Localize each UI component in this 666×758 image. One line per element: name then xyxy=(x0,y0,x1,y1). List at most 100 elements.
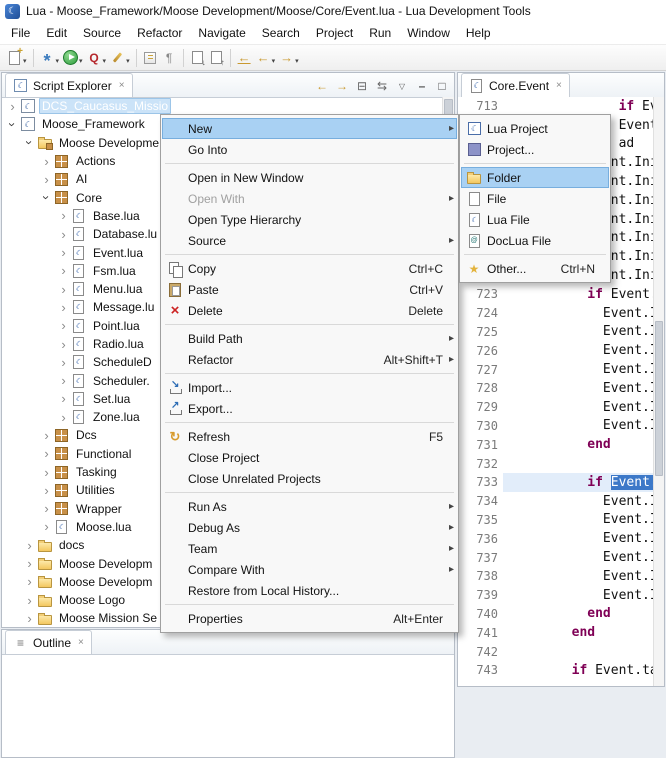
code-line-734[interactable]: 734 Event.I xyxy=(458,492,654,511)
toolbar-button-coverage[interactable]: ▾ xyxy=(85,47,109,69)
toolbar-button-show-whitespace[interactable] xyxy=(160,47,179,69)
forward-icon[interactable] xyxy=(335,79,349,93)
menubar-item-project[interactable]: Project xyxy=(308,24,361,42)
view-menu-icon[interactable] xyxy=(395,79,409,93)
menubar-item-search[interactable]: Search xyxy=(254,24,308,42)
toolbar-button-next-annotation[interactable] xyxy=(188,47,207,69)
expand-arrow-icon[interactable]: › xyxy=(57,246,70,259)
link-with-editor-icon[interactable] xyxy=(375,79,389,93)
menu-item-doclua-file[interactable]: DocLua File xyxy=(461,230,609,251)
toolbar-button-prev-annotation[interactable] xyxy=(207,47,226,69)
menu-item-export[interactable]: Export... xyxy=(162,398,457,419)
code-line-725[interactable]: 725 Event.I xyxy=(458,323,654,342)
menubar-item-navigate[interactable]: Navigate xyxy=(190,24,253,42)
code-line-737[interactable]: 737 Event.I xyxy=(458,548,654,567)
menu-item-open-in-new-window[interactable]: Open in New Window xyxy=(162,167,457,188)
toolbar-button-forward[interactable]: ▾ xyxy=(277,47,301,69)
toolbar-button-new-wizard[interactable]: ▾ xyxy=(5,47,29,69)
toolbar-button-mark-occurrences[interactable] xyxy=(141,47,160,69)
menu-item-delete[interactable]: DeleteDelete xyxy=(162,300,457,321)
expand-arrow-icon[interactable]: › xyxy=(40,447,53,460)
tree-item-dcs-caucasus-missio[interactable]: ›DCS_Caucasus_Missio xyxy=(2,97,443,115)
menu-item-copy[interactable]: CopyCtrl+C xyxy=(162,258,457,279)
menu-item-folder[interactable]: Folder xyxy=(461,167,609,188)
expand-arrow-icon[interactable]: › xyxy=(57,228,70,241)
script-explorer-tab[interactable]: Script Explorer × xyxy=(5,73,133,97)
expand-arrow-icon[interactable]: › xyxy=(57,319,70,332)
scrollbar-thumb[interactable] xyxy=(655,321,663,476)
menu-item-build-path[interactable]: Build Path▸ xyxy=(162,328,457,349)
expand-arrow-icon[interactable]: › xyxy=(23,575,36,588)
toolbar-button-last-edit-location[interactable] xyxy=(235,47,254,69)
toolbar-button-format[interactable]: ▾ xyxy=(108,47,132,69)
expand-arrow-icon[interactable]: › xyxy=(23,612,36,625)
expand-arrow-icon[interactable]: › xyxy=(23,594,36,607)
menubar-item-file[interactable]: File xyxy=(3,24,38,42)
menu-item-refresh[interactable]: RefreshF5 xyxy=(162,426,457,447)
menubar-item-help[interactable]: Help xyxy=(458,24,499,42)
code-line-735[interactable]: 735 Event.I xyxy=(458,511,654,530)
toolbar-button-external-tools[interactable]: ▾ xyxy=(38,47,62,69)
expand-arrow-icon[interactable]: › xyxy=(40,520,53,533)
toolbar-button-run[interactable]: ▾ xyxy=(61,47,85,69)
menu-item-restore-from-local-history[interactable]: Restore from Local History... xyxy=(162,580,457,601)
expand-arrow-icon[interactable]: › xyxy=(23,557,36,570)
menu-item-open-type-hierarchy[interactable]: Open Type Hierarchy xyxy=(162,209,457,230)
code-line-739[interactable]: 739 Event.I xyxy=(458,586,654,605)
menu-item-file[interactable]: File xyxy=(461,188,609,209)
menubar-item-run[interactable]: Run xyxy=(361,24,399,42)
expand-arrow-icon[interactable]: › xyxy=(57,283,70,296)
back-icon[interactable] xyxy=(315,79,329,93)
menu-item-compare-with[interactable]: Compare With▸ xyxy=(162,559,457,580)
expand-arrow-icon[interactable]: › xyxy=(57,264,70,277)
code-line-740[interactable]: 740 end xyxy=(458,605,654,624)
code-line-727[interactable]: 727 Event.I xyxy=(458,360,654,379)
code-line-728[interactable]: 728 Event.I xyxy=(458,379,654,398)
expand-arrow-icon[interactable]: › xyxy=(57,338,70,351)
code-line-713[interactable]: 713 if Ev xyxy=(458,97,654,116)
expand-arrow-icon[interactable]: › xyxy=(40,484,53,497)
code-line-726[interactable]: 726 Event.I xyxy=(458,341,654,360)
menu-item-new[interactable]: New▸ xyxy=(162,118,457,139)
menu-item-source[interactable]: Source▸ xyxy=(162,230,457,251)
menu-item-lua-project[interactable]: Lua Project xyxy=(461,118,609,139)
expand-arrow-icon[interactable]: › xyxy=(40,173,53,186)
menu-item-other[interactable]: Other...Ctrl+N xyxy=(461,258,609,279)
collapse-arrow-icon[interactable]: › xyxy=(40,191,53,204)
close-icon[interactable]: × xyxy=(78,637,84,648)
menu-item-refactor[interactable]: RefactorAlt+Shift+T▸ xyxy=(162,349,457,370)
expand-arrow-icon[interactable]: › xyxy=(6,100,19,113)
minimize-icon[interactable] xyxy=(415,79,429,93)
expand-arrow-icon[interactable]: › xyxy=(57,356,70,369)
code-line-729[interactable]: 729 Event.I xyxy=(458,398,654,417)
code-line-742[interactable]: 742 xyxy=(458,642,654,661)
expand-arrow-icon[interactable]: › xyxy=(23,539,36,552)
close-icon[interactable]: × xyxy=(119,80,125,91)
expand-arrow-icon[interactable]: › xyxy=(40,466,53,479)
maximize-icon[interactable] xyxy=(435,79,449,93)
collapse-arrow-icon[interactable]: › xyxy=(6,118,19,131)
expand-arrow-icon[interactable]: › xyxy=(40,429,53,442)
menu-item-project[interactable]: Project... xyxy=(461,139,609,160)
menu-item-close-project[interactable]: Close Project xyxy=(162,447,457,468)
menu-item-lua-file[interactable]: Lua File xyxy=(461,209,609,230)
editor-tab[interactable]: Core.Event × xyxy=(461,73,570,97)
expand-arrow-icon[interactable]: › xyxy=(40,502,53,515)
code-line-731[interactable]: 731 end xyxy=(458,435,654,454)
menu-item-go-into[interactable]: Go Into xyxy=(162,139,457,160)
menu-item-team[interactable]: Team▸ xyxy=(162,538,457,559)
code-line-733[interactable]: 733 if Event. xyxy=(458,473,654,492)
code-line-732[interactable]: 732 xyxy=(458,454,654,473)
menu-item-debug-as[interactable]: Debug As▸ xyxy=(162,517,457,538)
code-line-736[interactable]: 736 Event.I xyxy=(458,529,654,548)
outline-tab[interactable]: Outline × xyxy=(5,630,92,654)
menu-item-import[interactable]: Import... xyxy=(162,377,457,398)
code-line-738[interactable]: 738 Event.I xyxy=(458,567,654,586)
collapse-all-icon[interactable] xyxy=(355,79,369,93)
menubar-item-edit[interactable]: Edit xyxy=(38,24,75,42)
code-line-724[interactable]: 724 Event.I xyxy=(458,304,654,323)
expand-arrow-icon[interactable]: › xyxy=(57,301,70,314)
expand-arrow-icon[interactable]: › xyxy=(57,374,70,387)
editor-scrollbar[interactable] xyxy=(653,97,664,686)
code-line-741[interactable]: 741 end xyxy=(458,623,654,642)
